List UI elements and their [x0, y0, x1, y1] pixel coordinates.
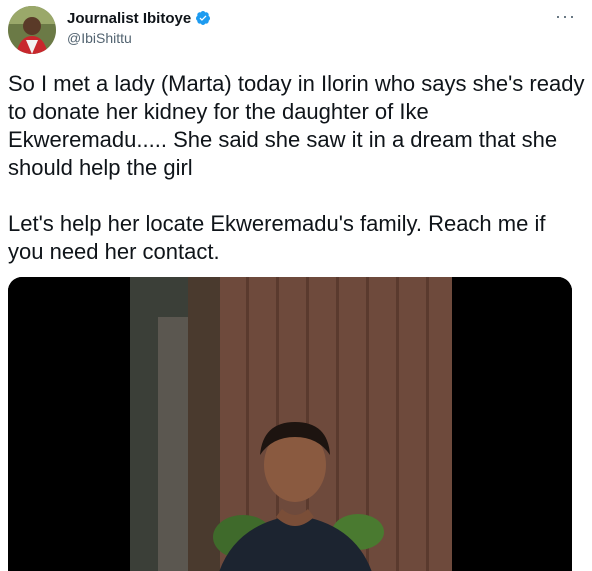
tweet-paragraph-1: So I met a lady (Marta) today in Ilorin … [8, 71, 591, 180]
avatar[interactable] [8, 6, 56, 54]
tweet-card: Journalist Ibitoye @IbiShittu ··· So I m… [0, 0, 592, 571]
tweet-header: Journalist Ibitoye @IbiShittu [67, 8, 211, 46]
tweet-paragraph-2: Let's help her locate Ekweremadu's famil… [8, 211, 552, 264]
name-row: Journalist Ibitoye [67, 8, 211, 28]
video-thumbnail[interactable] [8, 277, 572, 571]
more-horizontal-icon[interactable]: ··· [555, 6, 576, 27]
verified-badge-icon [195, 10, 211, 26]
author-name[interactable]: Journalist Ibitoye [67, 10, 191, 27]
video-frame-image [8, 277, 572, 571]
author-handle[interactable]: @IbiShittu [67, 30, 211, 46]
tweet-text: So I met a lady (Marta) today in Ilorin … [8, 70, 586, 266]
